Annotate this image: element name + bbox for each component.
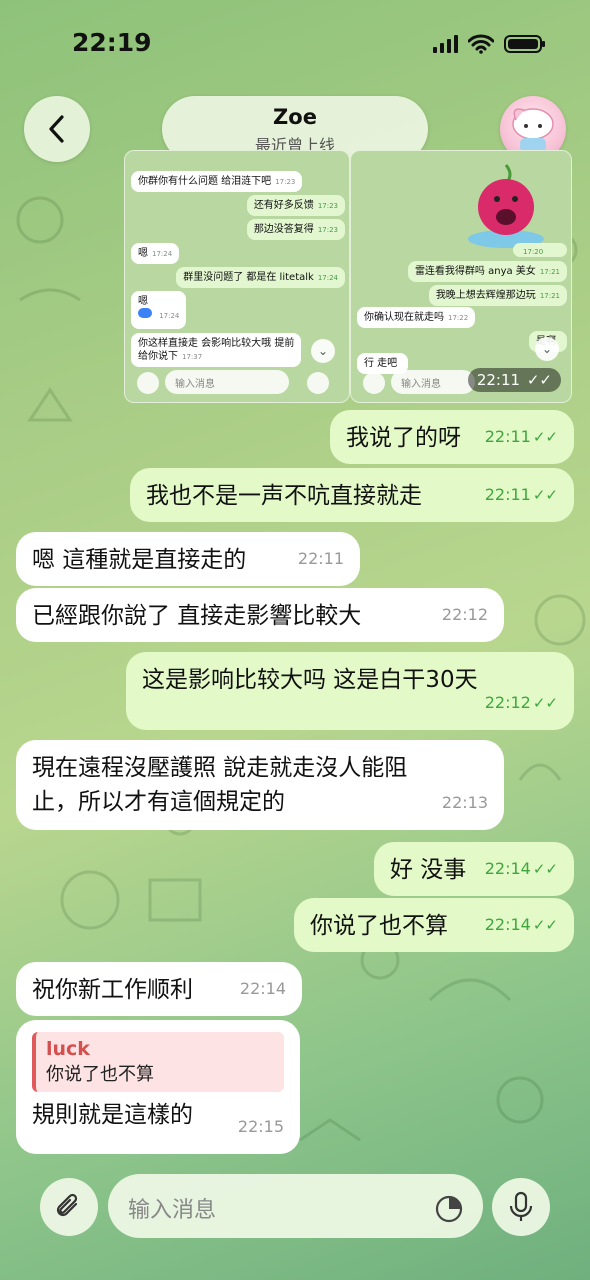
screenshot-image-right[interactable]: 17:20 雷连看我得群吗 anya 美女 17:21 我晚上想去辉煌那边玩 17:… xyxy=(350,150,572,403)
message-bubble-incoming[interactable]: 祝你新工作顺利 22:14 xyxy=(16,962,302,1016)
read-check-icon: ✓✓ xyxy=(532,916,558,934)
mini-message: 嗯 17:24 xyxy=(131,243,180,264)
message-text: 已經跟你說了 直接走影響比較大 xyxy=(32,603,362,629)
mini-message: 你群你有什么问题 给泪涟下吧 17:23 xyxy=(131,171,303,192)
screenshot-image-left[interactable]: 你群你有什么问题 给泪涟下吧 17:23 还有好多反馈 17:23 那边没答复得 17… xyxy=(124,150,350,403)
contact-name: Zoe xyxy=(273,105,317,129)
read-check-icon: ✓✓ xyxy=(532,860,558,878)
mini-message: 你确认现在就走吗 17:22 xyxy=(357,307,476,328)
read-check-icon: ✓✓ xyxy=(532,428,558,446)
back-button[interactable] xyxy=(24,96,90,162)
message-time: 22:12 xyxy=(441,605,488,624)
message-text: 現在遠程沒壓護照 說走就走沒人能阻 xyxy=(32,755,408,781)
attach-button[interactable] xyxy=(40,1178,98,1236)
message-time: 22:14 ✓✓ xyxy=(484,915,558,934)
message-text: 嗯 這種就是直接走的 xyxy=(32,547,247,573)
message-time: 22:12 ✓✓ xyxy=(484,693,558,712)
message-text: 我说了的呀 xyxy=(346,425,461,451)
message-bubble-outgoing[interactable]: 好 没事 22:14 ✓✓ xyxy=(374,842,574,896)
message-text: 我也不是一声不吭直接就走 xyxy=(146,483,422,509)
avatar-character-icon xyxy=(512,108,554,152)
mini-message: 雷连看我得群吗 anya 美女 17:21 xyxy=(407,261,567,282)
mini-message: 17:20 xyxy=(513,243,567,257)
message-text: 規則就是這樣的 xyxy=(32,1102,193,1128)
message-bubble-outgoing[interactable]: 这是影响比较大吗 这是白干30天 22:12 ✓✓ xyxy=(126,652,574,730)
sticker-icon[interactable] xyxy=(434,1194,464,1224)
message-bubble-incoming[interactable]: 嗯 這種就是直接走的 22:11 xyxy=(16,532,360,586)
status-icons xyxy=(433,34,545,54)
chevron-down-icon: ⌄ xyxy=(311,339,335,363)
cherry-sticker-icon xyxy=(468,164,544,248)
message-text: 祝你新工作顺利 xyxy=(32,977,193,1003)
message-bubble-incoming-reply[interactable]: luck 你说了也不算 規則就是這樣的 22:15 xyxy=(16,1020,300,1154)
cellular-signal-icon xyxy=(433,35,458,53)
mini-input: 输入消息 xyxy=(165,370,289,394)
wifi-icon xyxy=(468,34,494,54)
chevron-left-icon xyxy=(49,115,64,143)
read-check-icon: ✓✓ xyxy=(532,486,558,504)
message-time: 22:13 xyxy=(441,793,488,812)
message-text: 止，所以才有這個規定的 xyxy=(32,789,285,815)
message-time: 22:11 ✓✓ xyxy=(484,427,558,446)
image-timestamp: 22:11 ✓✓ xyxy=(467,368,561,392)
mini-message: 嗯 17:24 xyxy=(131,291,187,329)
message-bubble-outgoing[interactable]: 你说了也不算 22:14 ✓✓ xyxy=(294,898,574,952)
mini-mic-icon xyxy=(307,372,329,394)
message-time: 22:14 ✓✓ xyxy=(484,859,558,878)
message-bubble-outgoing[interactable]: 我说了的呀 22:11 ✓✓ xyxy=(330,410,574,464)
message-time: 22:11 xyxy=(297,549,344,568)
mini-message: 那边没答复得 17:23 xyxy=(246,219,345,240)
status-time: 22:19 xyxy=(72,28,152,57)
paperclip-icon xyxy=(56,1193,78,1217)
message-input[interactable]: 输入消息 xyxy=(108,1174,483,1238)
message-bubble-outgoing[interactable]: 我也不是一声不吭直接就走 22:11 ✓✓ xyxy=(130,468,574,522)
message-text: 好 没事 xyxy=(390,857,467,883)
mini-message: 我晚上想去辉煌那边玩 17:21 xyxy=(428,285,567,306)
message-time: 22:15 xyxy=(237,1117,284,1136)
battery-icon xyxy=(504,35,545,53)
chevron-down-icon: ⌄ xyxy=(535,337,559,361)
read-check-icon: ✓✓ xyxy=(532,694,558,712)
mini-input: 输入消息 xyxy=(391,370,475,394)
mini-attach-icon xyxy=(137,372,159,394)
input-bar: 输入消息 xyxy=(0,1160,590,1260)
message-bubble-incoming[interactable]: 現在遠程沒壓護照 說走就走沒人能阻 止，所以才有這個規定的 22:13 xyxy=(16,740,504,830)
message-text: 这是影响比较大吗 这是白干30天 xyxy=(142,667,478,693)
mini-message: 群里没问题了 都是在 litetalk 17:24 xyxy=(176,267,345,288)
reply-quote[interactable]: luck 你说了也不算 xyxy=(32,1032,284,1092)
message-time: 22:14 xyxy=(239,979,286,998)
microphone-icon xyxy=(509,1191,533,1221)
message-text: 你说了也不算 xyxy=(310,913,448,939)
message-bubble-incoming[interactable]: 已經跟你說了 直接走影響比較大 22:12 xyxy=(16,588,504,642)
reply-author: luck xyxy=(46,1038,90,1060)
message-time: 22:11 ✓✓ xyxy=(484,485,558,504)
microphone-button[interactable] xyxy=(492,1178,550,1236)
mini-attach-icon xyxy=(363,372,385,394)
mini-message: 你这样直接走 会影响比较大哦 提前 给你说下 17:37 xyxy=(131,333,302,367)
reply-text: 你说了也不算 xyxy=(46,1064,154,1085)
mini-message: 还有好多反馈 17:23 xyxy=(246,195,345,216)
status-bar: 22:19 xyxy=(0,0,590,90)
